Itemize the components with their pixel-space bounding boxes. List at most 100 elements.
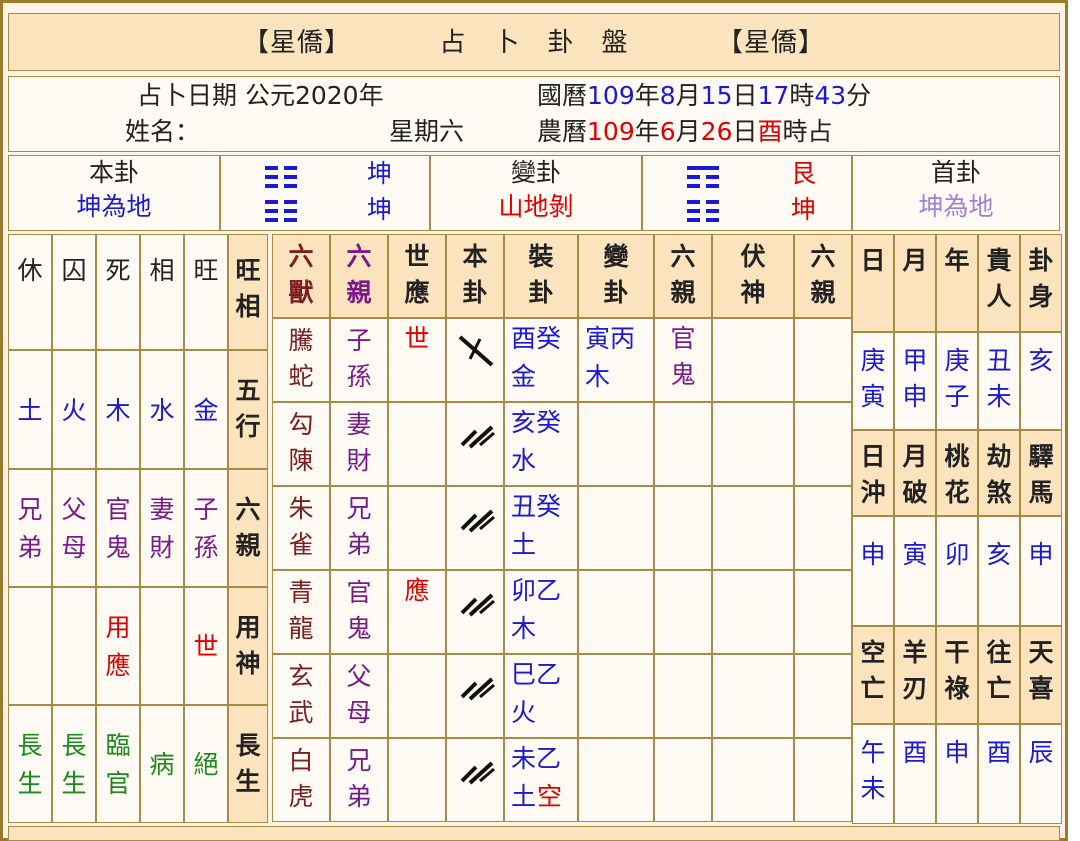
shensha-header-label: 天喜 bbox=[1028, 638, 1054, 703]
yin-line-icon bbox=[456, 585, 496, 623]
bian-kin-label: 官鬼 bbox=[670, 324, 696, 389]
kin-label: 子孫 bbox=[346, 326, 372, 391]
line-symbol-cell bbox=[446, 318, 504, 402]
beast-cell: 白虎 bbox=[272, 738, 330, 822]
bian-cell bbox=[578, 570, 654, 654]
changed-lower-trigram: 坤 bbox=[791, 195, 817, 224]
shensha-header-2-0: 空亡 bbox=[852, 626, 894, 724]
shensha-value: 卯 bbox=[944, 540, 970, 569]
zhuang-element: 火 bbox=[511, 698, 537, 727]
shensha-header-1-0: 日沖 bbox=[852, 430, 894, 516]
season-yongshen-4: 世 bbox=[184, 587, 228, 705]
season-row-label-1: 五行 bbox=[228, 350, 268, 469]
season-wuxing-3: 水 bbox=[140, 350, 184, 469]
season-header-1: 囚 bbox=[52, 234, 96, 350]
season-liuqin-4: 子孫 bbox=[184, 469, 228, 587]
kin-label: 官鬼 bbox=[346, 578, 372, 643]
season-header-4: 旺 bbox=[184, 234, 228, 350]
shensha-value: 申 bbox=[860, 540, 886, 569]
fushen-cell bbox=[712, 654, 794, 738]
shiying-cell bbox=[388, 654, 446, 738]
line-table-header-4: 裝卦 bbox=[504, 234, 578, 318]
season-header-0: 休 bbox=[8, 234, 52, 350]
shensha-value: 亥 bbox=[1028, 346, 1054, 375]
fushen-kin-cell bbox=[794, 654, 852, 738]
head-hexagram-cell: 首卦 坤為地 bbox=[852, 155, 1060, 231]
season-wuxing-value: 土 bbox=[17, 395, 43, 425]
season-changsheng-0: 長生 bbox=[8, 705, 52, 823]
season-yongshen-2: 用應 bbox=[96, 587, 140, 705]
season-wuxing-value: 木 bbox=[105, 395, 131, 425]
kin-cell: 子孫 bbox=[330, 318, 388, 402]
kun-trigram-icon bbox=[265, 166, 297, 226]
shensha-value: 酉 bbox=[986, 738, 1012, 767]
season-header-label: 休 bbox=[17, 256, 43, 285]
shensha-header-label: 羊刃 bbox=[902, 638, 928, 703]
line-table-header-2: 世應 bbox=[388, 234, 446, 318]
changed-hexagram-label: 變卦 bbox=[510, 158, 561, 187]
bian-cell bbox=[578, 402, 654, 486]
yin-line-icon bbox=[456, 501, 496, 539]
line-symbol-cell bbox=[446, 570, 504, 654]
shensha-value-2-4: 辰 bbox=[1020, 724, 1062, 824]
line-table-header-7: 伏神 bbox=[712, 234, 794, 318]
shensha-value-1-3: 亥 bbox=[978, 516, 1020, 626]
fushen-cell bbox=[712, 486, 794, 570]
line-symbol-cell bbox=[446, 738, 504, 822]
season-wuxing-value: 火 bbox=[61, 395, 87, 425]
line-table-header-1: 六親 bbox=[330, 234, 388, 318]
bian-element: 木 bbox=[585, 362, 611, 391]
kin-label: 兄弟 bbox=[346, 494, 372, 559]
season-liuqin-value: 妻財 bbox=[149, 495, 175, 562]
shensha-header-label: 日 bbox=[860, 246, 886, 275]
zhuang-stem: 丑癸 bbox=[511, 492, 562, 521]
beast-cell: 勾陳 bbox=[272, 402, 330, 486]
zhuang-stem: 酉癸 bbox=[511, 324, 562, 353]
void-mark: 空 bbox=[537, 782, 563, 811]
shensha-value: 庚寅 bbox=[860, 346, 886, 411]
beast-label: 朱雀 bbox=[288, 494, 314, 559]
line-table-header-label: 本卦 bbox=[462, 242, 488, 307]
page-title: 占 卜 卦 盤 bbox=[439, 28, 629, 58]
season-wuxing-value: 水 bbox=[149, 395, 175, 425]
season-yongshen-value: 用應 bbox=[105, 613, 131, 680]
shensha-header-label: 月 bbox=[902, 246, 928, 275]
shensha-header-1-1: 月破 bbox=[894, 430, 936, 516]
zhuang-stem: 亥癸 bbox=[511, 408, 562, 437]
beast-label: 白虎 bbox=[288, 746, 314, 811]
zhuang-element: 木 bbox=[511, 614, 537, 643]
shensha-header-label: 干祿 bbox=[944, 638, 970, 703]
zhuang-stem: 未乙 bbox=[511, 744, 562, 773]
season-header-label: 旺 bbox=[193, 256, 219, 285]
beast-cell: 朱雀 bbox=[272, 486, 330, 570]
season-row-label-text: 長生 bbox=[235, 731, 261, 796]
line-table-header-label: 六親 bbox=[810, 242, 836, 307]
main-hexagram-label: 本卦 bbox=[88, 158, 139, 187]
zhuang-cell: 卯乙木 bbox=[504, 570, 578, 654]
bian-kin-cell bbox=[654, 486, 712, 570]
shensha-value: 申 bbox=[1028, 540, 1054, 569]
yin-line-icon bbox=[456, 669, 496, 707]
shensha-value: 辰 bbox=[1028, 738, 1054, 767]
fushen-cell bbox=[712, 570, 794, 654]
season-yongshen-0 bbox=[8, 587, 52, 705]
zhuang-cell: 酉癸金 bbox=[504, 318, 578, 402]
season-liuqin-value: 官鬼 bbox=[105, 495, 131, 562]
line-table-header-label: 世應 bbox=[404, 242, 430, 307]
season-changsheng-value: 病 bbox=[149, 750, 175, 779]
season-row-label-text: 用神 bbox=[235, 613, 261, 678]
shensha-header-label: 卦身 bbox=[1028, 246, 1054, 311]
shensha-header-2-3: 往亡 bbox=[978, 626, 1020, 724]
shensha-header-label: 貴人 bbox=[986, 246, 1012, 311]
zhuang-element: 土 bbox=[511, 782, 537, 811]
shensha-value-2-0: 午未 bbox=[852, 724, 894, 824]
left-tag: 【星僑】 bbox=[242, 28, 351, 58]
shensha-value-0-4: 亥 bbox=[1020, 332, 1062, 430]
season-row-label-text: 旺相 bbox=[235, 256, 261, 321]
shiying-label: 世 bbox=[404, 324, 430, 353]
line-table-header-label: 裝卦 bbox=[528, 242, 554, 307]
shensha-header-2-4: 天喜 bbox=[1020, 626, 1062, 724]
shensha-header-label: 月破 bbox=[902, 442, 928, 507]
fushen-cell bbox=[712, 738, 794, 822]
beast-cell: 玄武 bbox=[272, 654, 330, 738]
